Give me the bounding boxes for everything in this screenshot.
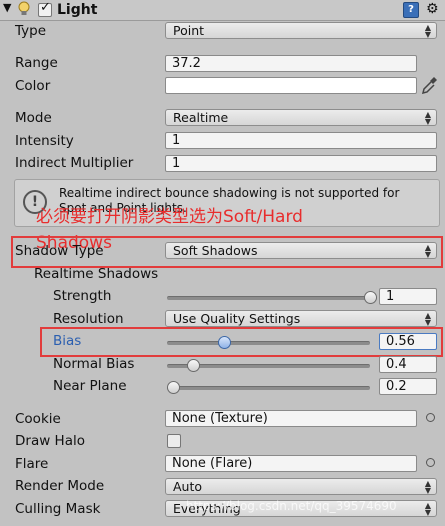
help-book-icon[interactable]: ? xyxy=(403,2,419,18)
resolution-dropdown[interactable]: Use Quality Settings ▲ ▼ xyxy=(165,310,437,327)
range-field[interactable]: 37.2 xyxy=(165,55,417,72)
near-plane-slider-track[interactable] xyxy=(167,386,370,390)
flare-field[interactable]: None (Flare) xyxy=(165,455,417,472)
enabled-checkbox[interactable]: ✓ xyxy=(38,0,52,17)
near-plane-field[interactable]: 0.2 xyxy=(379,378,437,395)
resolution-label: Resolution xyxy=(53,311,124,327)
light-bulb-icon xyxy=(18,1,30,15)
range-label: Range xyxy=(15,55,58,71)
resolution-value: Use Quality Settings xyxy=(173,311,301,326)
color-label: Color xyxy=(15,78,51,94)
dropdown-arrow-icon: ▲ ▼ xyxy=(424,22,431,39)
normal-bias-label: Normal Bias xyxy=(53,356,135,372)
color-swatch[interactable] xyxy=(165,77,417,94)
near-plane-label: Near Plane xyxy=(53,378,127,394)
component-header: ▼ ✓ Light ? ⚙ xyxy=(0,0,445,21)
indirect-multiplier-label: Indirect Multiplier xyxy=(15,155,134,171)
render-mode-value: Auto xyxy=(173,479,203,494)
dropdown-arrow-icon: ▲ ▼ xyxy=(424,310,431,327)
type-value: Point xyxy=(173,23,205,38)
cookie-field[interactable]: None (Texture) xyxy=(165,410,417,427)
gear-icon[interactable]: ⚙ xyxy=(426,1,439,17)
normal-bias-slider-thumb[interactable] xyxy=(187,359,201,372)
near-plane-slider-thumb[interactable] xyxy=(167,381,181,394)
object-picker-icon[interactable] xyxy=(426,458,435,467)
mode-label: Mode xyxy=(15,110,52,126)
normal-bias-field[interactable]: 0.4 xyxy=(379,356,437,373)
culling-mask-label: Culling Mask xyxy=(15,501,101,517)
strength-label: Strength xyxy=(53,288,112,304)
draw-halo-label: Draw Halo xyxy=(15,433,85,449)
mode-value: Realtime xyxy=(173,110,229,125)
intensity-field[interactable]: 1 xyxy=(165,132,437,149)
object-picker-icon[interactable] xyxy=(426,413,435,422)
watermark: https://blog.csdn.net/qq_39574690 xyxy=(186,499,397,513)
indirect-multiplier-field[interactable]: 1 xyxy=(165,155,437,172)
dropdown-arrow-icon: ▲ ▼ xyxy=(424,478,431,495)
flare-label: Flare xyxy=(15,456,49,472)
dropdown-arrow-icon: ▲ ▼ xyxy=(424,109,431,126)
render-mode-dropdown[interactable]: Auto ▲ ▼ xyxy=(165,478,437,495)
strength-slider-track[interactable] xyxy=(167,296,370,300)
warning-text-line1: Realtime indirect bounce shadowing is no… xyxy=(59,186,400,200)
render-mode-label: Render Mode xyxy=(15,478,105,494)
mode-dropdown[interactable]: Realtime ▲ ▼ xyxy=(165,109,437,126)
eyedropper-icon[interactable] xyxy=(422,76,438,94)
shadow-type-highlight xyxy=(11,236,443,268)
intensity-label: Intensity xyxy=(15,133,74,149)
component-title: Light xyxy=(57,2,98,18)
draw-halo-checkbox[interactable] xyxy=(167,434,181,448)
fold-arrow-icon[interactable]: ▼ xyxy=(3,1,11,14)
dropdown-arrow-icon: ▲ ▼ xyxy=(424,500,431,517)
realtime-shadows-label: Realtime Shadows xyxy=(34,266,159,282)
bias-highlight xyxy=(40,327,443,357)
type-dropdown[interactable]: Point ▲ ▼ xyxy=(165,22,437,39)
cookie-label: Cookie xyxy=(15,411,61,427)
strength-field[interactable]: 1 xyxy=(379,288,437,305)
annotation-text-line1: 必须要打开阴影类型选为Soft/Hard xyxy=(36,207,303,227)
strength-slider-thumb[interactable] xyxy=(364,291,377,304)
type-label: Type xyxy=(15,23,47,39)
